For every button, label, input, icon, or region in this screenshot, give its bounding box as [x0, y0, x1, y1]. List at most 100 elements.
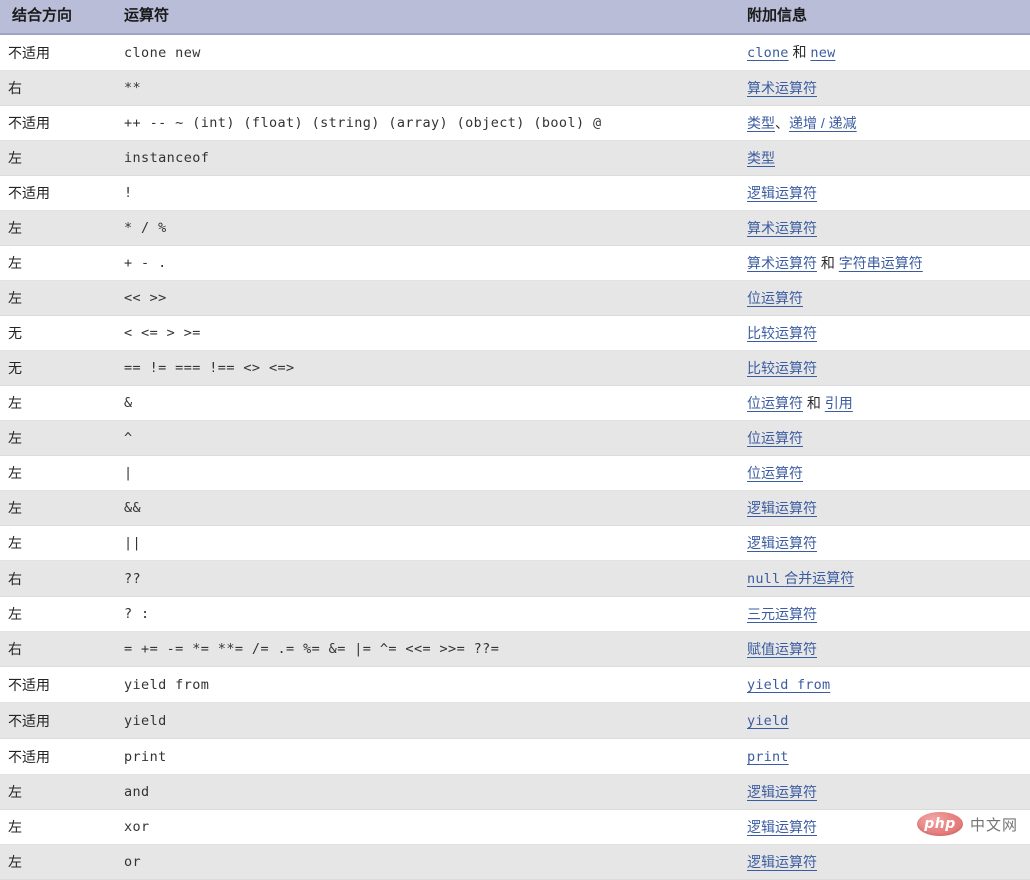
cell-operator: * / % — [112, 210, 735, 246]
cell-additional-info: null 合并运算符 — [735, 560, 1030, 597]
cell-associativity: 左 — [0, 385, 112, 421]
cell-associativity: 右 — [0, 631, 112, 667]
cell-operator: || — [112, 525, 735, 561]
cell-additional-info: yield from — [735, 666, 1030, 703]
info-link[interactable]: 逻辑运算符 — [747, 500, 817, 516]
info-link[interactable]: 三元运算符 — [747, 606, 817, 622]
cell-additional-info: print — [735, 738, 1030, 775]
info-link[interactable]: 位运算符 — [747, 465, 803, 481]
info-separator-text: 和 — [817, 255, 839, 271]
info-link[interactable]: 位运算符 — [747, 430, 803, 446]
info-link[interactable]: 递增 / 递减 — [789, 115, 857, 131]
cell-operator: ?? — [112, 560, 735, 597]
info-link[interactable]: 位运算符 — [747, 290, 803, 306]
info-link[interactable]: 算术运算符 — [747, 255, 817, 271]
cell-operator: clone new — [112, 34, 735, 71]
info-link[interactable]: 位运算符 — [747, 395, 803, 411]
info-link[interactable]: 字符串运算符 — [839, 255, 923, 271]
table-row: 左 & 位运算符 和 引用 — [0, 385, 1030, 421]
cell-operator: ? : — [112, 596, 735, 632]
table-body: 不适用 clone new clone 和 new 右 ** 算术运算符 不适用 ++ -- … — [0, 34, 1030, 880]
cell-associativity: 右 — [0, 70, 112, 106]
table-row: 左 and 逻辑运算符 — [0, 774, 1030, 810]
table-row: 右 ** 算术运算符 — [0, 70, 1030, 106]
info-link[interactable]: clone — [747, 45, 789, 61]
cell-operator: ** — [112, 70, 735, 106]
cell-additional-info: 赋值运算符 — [735, 631, 1030, 667]
cell-additional-info: 位运算符 — [735, 280, 1030, 316]
table-row: 右?? null 合并运算符 — [0, 560, 1030, 597]
cell-operator: yield from — [112, 666, 735, 703]
cell-associativity: 左 — [0, 490, 112, 526]
info-link[interactable]: 引用 — [825, 395, 853, 411]
cell-associativity: 左 — [0, 455, 112, 491]
cell-additional-info: 逻辑运算符 — [735, 809, 1030, 845]
table-row: 不适用 yield yield — [0, 702, 1030, 739]
cell-additional-info: clone 和 new — [735, 34, 1030, 71]
cell-additional-info: 逻辑运算符 — [735, 525, 1030, 561]
cell-operator: | — [112, 455, 735, 491]
cell-operator: = += -= *= **= /= .= %= &= |= ^= <<= >>=… — [112, 631, 735, 667]
table-header-row: 结合方向 运算符 附加信息 — [0, 0, 1030, 34]
info-link[interactable]: 比较运算符 — [747, 360, 817, 376]
info-link[interactable]: 算术运算符 — [747, 220, 817, 236]
cell-additional-info: 位运算符 和 引用 — [735, 385, 1030, 421]
cell-additional-info: 类型、递增 / 递减 — [735, 105, 1030, 141]
operator-precedence-table-container: 结合方向 运算符 附加信息 不适用 clone new clone 和 new 右 **… — [0, 0, 1030, 880]
info-link[interactable]: 逻辑运算符 — [747, 854, 817, 870]
info-link[interactable]: 逻辑运算符 — [747, 185, 817, 201]
cell-additional-info: 比较运算符 — [735, 315, 1030, 351]
info-link[interactable]: 算术运算符 — [747, 80, 817, 96]
cell-associativity: 不适用 — [0, 702, 112, 739]
table-row: 左 xor 逻辑运算符 — [0, 809, 1030, 845]
cell-operator: xor — [112, 809, 735, 845]
cell-operator: << >> — [112, 280, 735, 316]
info-link[interactable]: 逻辑运算符 — [747, 784, 817, 800]
table-row: 不适用 clone new clone 和 new — [0, 34, 1030, 71]
cell-additional-info: 算术运算符 和 字符串运算符 — [735, 245, 1030, 281]
cell-operator: yield — [112, 702, 735, 739]
cell-operator: & — [112, 385, 735, 421]
info-link[interactable]: yield from — [747, 677, 830, 693]
info-separator-text: 和 — [788, 44, 811, 60]
info-link[interactable]: new — [810, 45, 835, 61]
cell-additional-info: 算术运算符 — [735, 210, 1030, 246]
cell-associativity: 左 — [0, 774, 112, 810]
info-link[interactable]: 合并运算符 — [784, 570, 854, 586]
cell-additional-info: 位运算符 — [735, 455, 1030, 491]
info-link[interactable]: 赋值运算符 — [747, 641, 817, 657]
cell-associativity: 左 — [0, 525, 112, 561]
info-link[interactable]: null — [747, 571, 780, 587]
cell-additional-info: 位运算符 — [735, 420, 1030, 456]
column-header-additional-info: 附加信息 — [735, 0, 1030, 34]
cell-additional-info: 逻辑运算符 — [735, 175, 1030, 211]
cell-additional-info: 比较运算符 — [735, 350, 1030, 386]
column-header-operator: 运算符 — [112, 0, 735, 34]
cell-operator: ! — [112, 175, 735, 211]
info-link[interactable]: 逻辑运算符 — [747, 535, 817, 551]
info-link[interactable]: 类型 — [747, 115, 775, 131]
cell-additional-info: 类型 — [735, 140, 1030, 176]
cell-associativity: 无 — [0, 350, 112, 386]
table-row: 无 < <= > >= 比较运算符 — [0, 315, 1030, 351]
cell-associativity: 不适用 — [0, 175, 112, 211]
cell-additional-info: yield — [735, 702, 1030, 739]
table-row: 左 << >> 位运算符 — [0, 280, 1030, 316]
table-row: 左 || 逻辑运算符 — [0, 525, 1030, 561]
table-row: 无 == != === !== <> <=> 比较运算符 — [0, 350, 1030, 386]
info-link[interactable]: 类型 — [747, 150, 775, 166]
cell-associativity: 不适用 — [0, 666, 112, 703]
cell-operator: ^ — [112, 420, 735, 456]
table-row: 不适用 yield from yield from — [0, 666, 1030, 703]
cell-operator: instanceof — [112, 140, 735, 176]
cell-operator: ++ -- ~ (int) (float) (string) (array) (… — [112, 105, 735, 141]
cell-associativity: 不适用 — [0, 34, 112, 71]
info-link[interactable]: print — [747, 749, 789, 765]
cell-associativity: 不适用 — [0, 738, 112, 775]
info-link[interactable]: 逻辑运算符 — [747, 819, 817, 835]
cell-associativity: 左 — [0, 245, 112, 281]
info-link[interactable]: 比较运算符 — [747, 325, 817, 341]
table-row: 左 | 位运算符 — [0, 455, 1030, 491]
cell-additional-info: 逻辑运算符 — [735, 490, 1030, 526]
info-link[interactable]: yield — [747, 713, 789, 729]
